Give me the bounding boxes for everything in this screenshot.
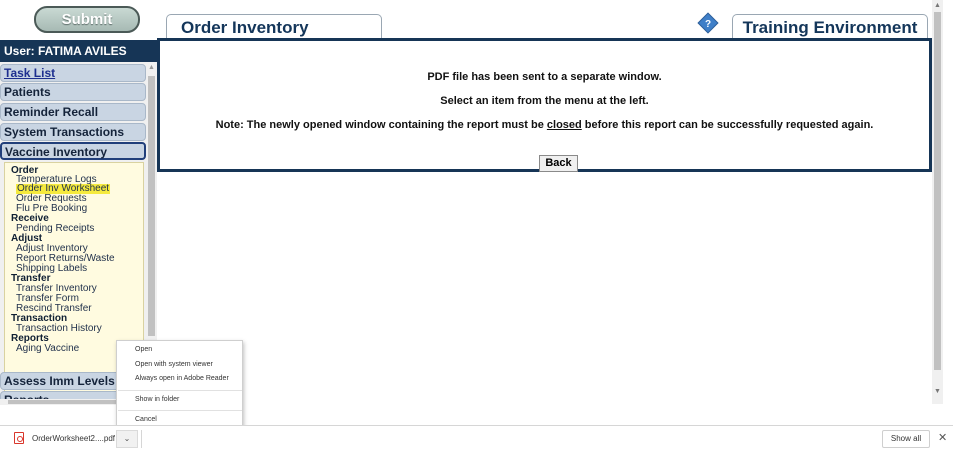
top-bar: Submit Order Inventory Worksheet ? Train… — [0, 0, 932, 62]
note-message: Note: The newly opened window containing… — [160, 119, 929, 131]
back-button[interactable]: Back — [539, 155, 578, 172]
note-closed-word: closed — [546, 119, 582, 131]
page-scroll-up-icon[interactable]: ▲ — [934, 2, 941, 9]
download-bar: OrderWorksheet2....pdf ⌄ Show all ✕ — [0, 425, 953, 451]
sidebar-item-vaccine-inventory[interactable]: Vaccine Inventory — [0, 142, 146, 160]
download-context-menu: Open Open with system viewer Always open… — [116, 340, 243, 428]
note-text-start: Note: The newly opened window containing… — [215, 119, 547, 131]
app-window: Submit Order Inventory Worksheet ? Train… — [0, 0, 953, 451]
show-all-button[interactable]: Show all — [882, 430, 930, 448]
page-title-tab: Order Inventory Worksheet — [166, 14, 382, 62]
page-scroll-down-icon[interactable]: ▼ — [934, 388, 941, 395]
menu-divider — [118, 410, 242, 411]
user-label: User: FATIMA AVILES — [0, 40, 157, 62]
submenu-item-aging-vaccine[interactable]: Aging Vaccine — [16, 344, 79, 354]
sidebar-item-task-list[interactable]: Task List — [0, 64, 146, 82]
chevron-down-icon[interactable]: ⌄ — [116, 430, 138, 448]
scroll-up-icon[interactable]: ▲ — [148, 64, 155, 71]
svg-text:?: ? — [705, 19, 711, 30]
download-file-name[interactable]: OrderWorksheet2....pdf — [32, 434, 115, 443]
menu-item-show-in-folder[interactable]: Show in folder — [135, 396, 179, 403]
menu-item-open[interactable]: Open — [135, 346, 152, 353]
sidebar-scroll-thumb[interactable] — [148, 76, 155, 336]
main-content-panel: PDF file has been sent to a separate win… — [157, 38, 932, 172]
sidebar-item-patients[interactable]: Patients — [0, 83, 146, 101]
submit-button[interactable]: Submit — [34, 6, 140, 33]
note-text-end: before this report can be successfully r… — [581, 119, 874, 131]
menu-item-always-open-adobe[interactable]: Always open in Adobe Reader — [135, 375, 229, 382]
help-icon[interactable]: ? — [697, 12, 719, 34]
close-icon[interactable]: ✕ — [938, 431, 947, 444]
environment-tab: Training Environment — [732, 14, 928, 39]
menu-divider — [118, 390, 242, 391]
pdf-sent-message: PDF file has been sent to a separate win… — [427, 71, 662, 83]
pdf-file-icon — [14, 432, 24, 444]
page-scrollbar[interactable]: ▲ ▼ — [932, 0, 943, 404]
sidebar-item-system-transactions[interactable]: System Transactions — [0, 123, 146, 141]
menu-item-open-system-viewer[interactable]: Open with system viewer — [135, 361, 213, 368]
sidebar-item-reminder-recall[interactable]: Reminder Recall — [0, 103, 146, 121]
select-item-message: Select an item from the menu at the left… — [440, 95, 649, 107]
download-divider — [141, 430, 142, 448]
menu-item-cancel[interactable]: Cancel — [135, 416, 157, 423]
page-scroll-thumb[interactable] — [934, 12, 941, 370]
